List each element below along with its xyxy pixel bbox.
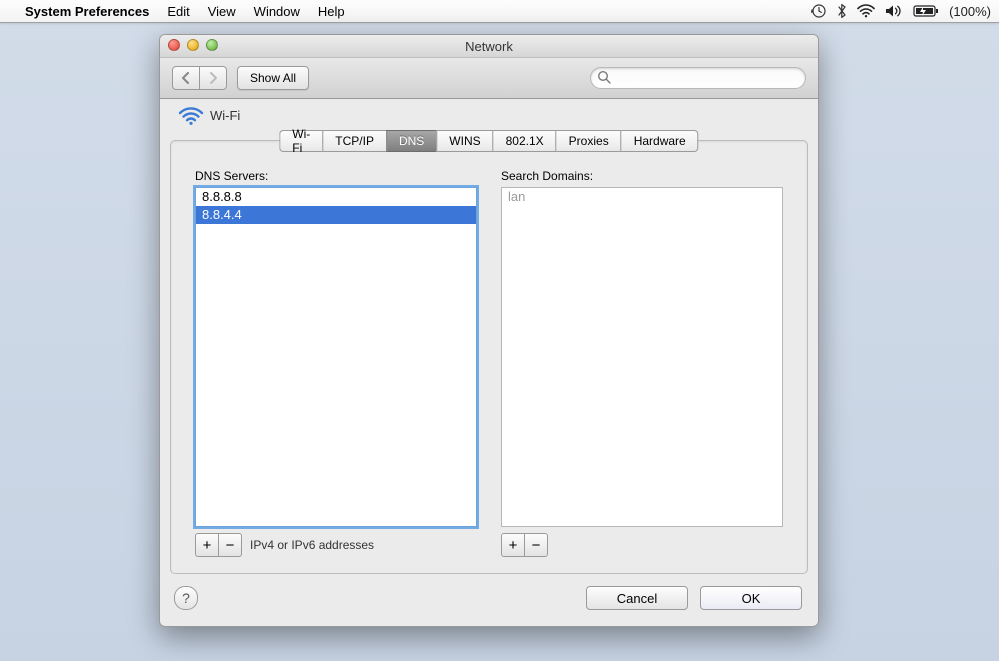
app-menu[interactable]: System Preferences — [16, 4, 158, 19]
search-wrapper — [590, 67, 806, 89]
ok-button[interactable]: OK — [700, 586, 802, 610]
tab-dns[interactable]: DNS — [386, 130, 436, 152]
battery-percent: (100%) — [949, 4, 991, 19]
cancel-button[interactable]: Cancel — [586, 586, 688, 610]
traffic-lights[interactable] — [168, 39, 218, 51]
search-domains-column: Search Domains: lan + − — [501, 169, 783, 557]
close-button[interactable] — [168, 39, 180, 51]
interface-wifi-icon — [178, 106, 202, 124]
zoom-button[interactable] — [206, 39, 218, 51]
search-domains-label: Search Domains: — [501, 169, 783, 183]
add-dns-button[interactable]: + — [195, 533, 219, 557]
bluetooth-icon[interactable] — [837, 3, 847, 19]
remove-dns-button[interactable]: − — [219, 533, 242, 557]
back-button[interactable] — [172, 66, 200, 90]
search-input[interactable] — [590, 67, 806, 89]
time-machine-icon[interactable] — [811, 3, 827, 19]
window-menu[interactable]: Window — [245, 4, 309, 19]
toolbar: Show All — [160, 58, 818, 99]
window-titlebar[interactable]: Network — [160, 35, 818, 58]
list-item[interactable]: 8.8.8.8 — [196, 188, 476, 206]
window-title: Network — [465, 39, 513, 54]
help-button[interactable]: ? — [174, 586, 198, 610]
tab-tcpip[interactable]: TCP/IP — [322, 130, 386, 152]
minimize-button[interactable] — [187, 39, 199, 51]
search-icon — [597, 70, 611, 84]
dns-servers-column: DNS Servers: 8.8.8.8 8.8.4.4 + − IPv4 or… — [195, 169, 477, 557]
list-item[interactable]: 8.8.4.4 — [196, 206, 476, 224]
view-menu[interactable]: View — [199, 4, 245, 19]
dns-hint: IPv4 or IPv6 addresses — [250, 538, 374, 552]
edit-menu[interactable]: Edit — [158, 4, 198, 19]
tab-8021x[interactable]: 802.1X — [493, 130, 556, 152]
dns-servers-list[interactable]: 8.8.8.8 8.8.4.4 — [195, 187, 477, 527]
tab-hardware[interactable]: Hardware — [621, 130, 699, 152]
battery-icon[interactable] — [913, 4, 939, 18]
help-menu[interactable]: Help — [309, 4, 354, 19]
search-domains-list[interactable]: lan — [501, 187, 783, 527]
remove-domain-button[interactable]: − — [525, 533, 548, 557]
show-all-button[interactable]: Show All — [237, 66, 309, 90]
tab-proxies[interactable]: Proxies — [556, 130, 621, 152]
dns-servers-label: DNS Servers: — [195, 169, 477, 183]
tab-content-pane: DNS Servers: 8.8.8.8 8.8.4.4 + − IPv4 or… — [170, 140, 808, 574]
system-menubar: System Preferences Edit View Window Help… — [0, 0, 999, 23]
add-domain-button[interactable]: + — [501, 533, 525, 557]
wifi-icon[interactable] — [857, 4, 875, 18]
dialog-footer: ? Cancel OK — [174, 582, 802, 614]
tab-wifi[interactable]: Wi-Fi — [279, 130, 322, 152]
advanced-tabs: Wi-Fi TCP/IP DNS WINS 802.1X Proxies Har… — [279, 130, 698, 152]
network-window: Network Show All — [159, 34, 819, 627]
list-item[interactable]: lan — [502, 188, 782, 206]
nav-back-forward — [172, 66, 227, 90]
forward-button[interactable] — [200, 66, 227, 90]
interface-name: Wi-Fi — [210, 108, 240, 123]
tab-wins[interactable]: WINS — [436, 130, 492, 152]
volume-icon[interactable] — [885, 4, 903, 18]
